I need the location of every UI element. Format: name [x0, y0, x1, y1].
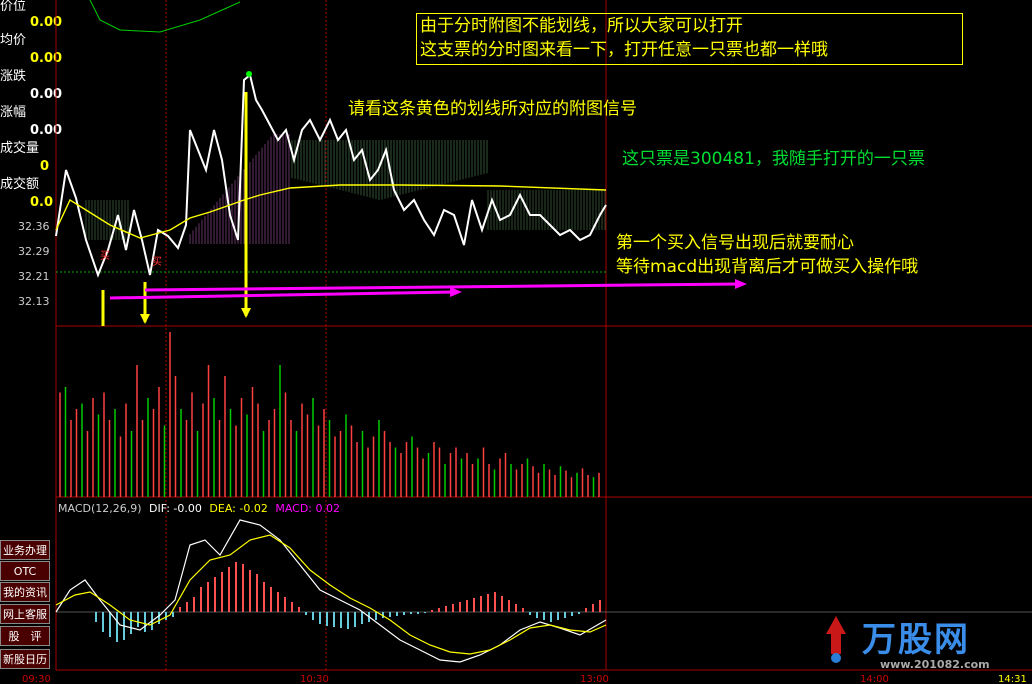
watermark-logo: 万股网 www.201082.com [810, 608, 1010, 678]
macd-title: MACD(12,26,9) [58, 502, 142, 515]
magenta-arrow-2-head [735, 279, 747, 289]
note-box-line2: 这支票的分时图来看一下，打开任意一只票也都一样哦 [420, 40, 828, 60]
magenta-arrow-1-shaft [109, 290, 456, 300]
top-green-line [89, 0, 241, 33]
yellow-arrow-2-head [140, 314, 150, 324]
signal-note-line2: 等待macd出现背离后才可做买入操作哦 [616, 257, 919, 277]
yellow-line-note: 请看这条黄色的划线所对应的附图信号 [348, 99, 637, 119]
time-tick-0930: 09:30 [22, 674, 51, 684]
magenta-arrow-2-shaft [144, 282, 741, 292]
watermark-url: www.201082.com [880, 658, 990, 671]
buy-marker-2: 买 [152, 257, 162, 268]
stock-chart-window: { "sidebar": { "price_label": "价位", "pri… [0, 0, 1032, 684]
time-tick-1300: 13:00 [580, 674, 609, 684]
macd-dif: DIF: -0.00 [149, 502, 202, 515]
watermark-brand: 万股网 [862, 620, 970, 660]
signal-note-line1: 第一个买入信号出现后就要耐心 [616, 233, 854, 253]
peak-dot [246, 71, 252, 77]
magenta-arrow-1-head [450, 287, 462, 297]
macd-dea: DEA: -0.02 [209, 502, 268, 515]
yellow-arrow-3-head [241, 308, 251, 318]
macd-dif-line [55, 519, 607, 663]
note-box-line1: 由于分时附图不能划线，所以大家可以打开 [420, 16, 743, 36]
macd-dea-line [55, 534, 607, 655]
rocket-icon [816, 614, 856, 664]
macd-header: MACD(12,26,9) DIF: -0.00 DEA: -0.02 MACD… [58, 502, 340, 516]
buy-marker-1: 买 [100, 251, 110, 262]
time-tick-1030: 10:30 [300, 674, 329, 684]
macd-value: MACD: 0.02 [275, 502, 340, 515]
stock-note: 这只票是300481，我随手打开的一只票 [622, 149, 925, 169]
